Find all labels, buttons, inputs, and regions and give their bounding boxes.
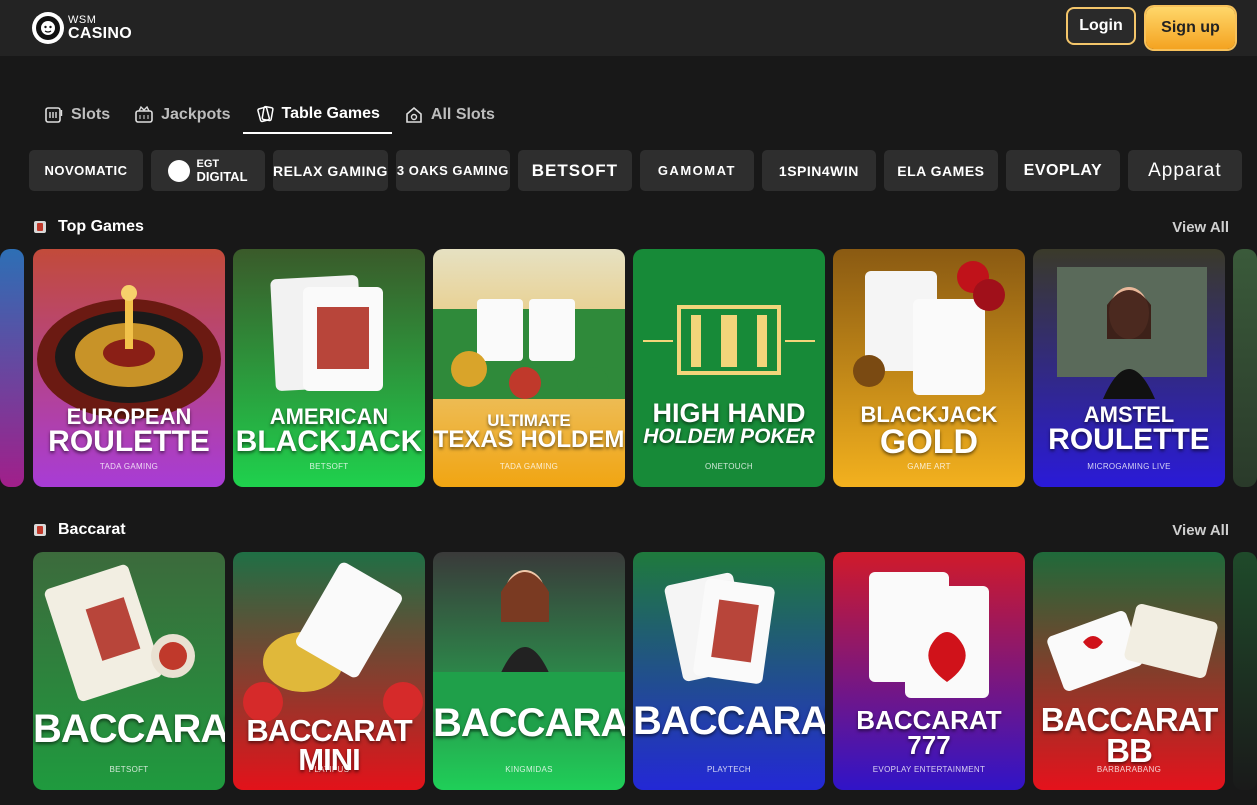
game-card-baccarat-betsoft[interactable]: BACCARAT BETSOFT: [33, 552, 225, 790]
signup-button[interactable]: Sign up: [1146, 7, 1235, 49]
game-provider: MICROGAMING LIVE: [1087, 462, 1171, 471]
top-header: WSM CASINO Login Sign up: [0, 0, 1257, 56]
provider-gamomat[interactable]: GAMOMAT: [639, 150, 754, 191]
provider-1spin4win[interactable]: 1SPIN4WIN: [761, 150, 876, 191]
tab-label: Table Games: [281, 105, 380, 122]
baccarat-dealer-art: [433, 552, 625, 790]
game-provider: ONETOUCH: [704, 462, 754, 471]
section-title: Baccarat: [58, 521, 126, 538]
game-title-line2: ROULETTE: [1048, 422, 1210, 456]
partial-game-card[interactable]: [1233, 552, 1257, 790]
game-card-american-blackjack[interactable]: AMERICAN BLACKJACK BETSOFT: [233, 249, 425, 487]
tab-label: All Slots: [430, 106, 495, 123]
slot-machine-icon: [44, 105, 64, 125]
poker-emblem-art: [633, 249, 825, 487]
game-title: BACCARAT: [433, 701, 625, 745]
section-title: Top Games: [58, 218, 144, 235]
tab-all-slots[interactable]: All Slots: [392, 96, 507, 134]
cards-icon: [34, 524, 46, 536]
game-card-amstel-roulette[interactable]: AMSTEL ROULETTE MICROGAMING LIVE: [1033, 249, 1225, 487]
game-card-baccarat-777[interactable]: BACCARAT 777 EVOPLAY ENTERTAINMENT: [833, 552, 1025, 790]
game-card-high-hand-holdem[interactable]: HIGH HAND HOLDEM POKER ONETOUCH: [633, 249, 825, 487]
tab-label: Slots: [71, 106, 111, 123]
logo-big-text: CASINO: [68, 24, 133, 42]
game-title: BACCARAT: [633, 699, 825, 743]
provider-egt-digital[interactable]: EGT DIGITAL: [151, 150, 265, 191]
game-title: BACCARAT BB: [1040, 701, 1219, 770]
lion-logo-icon: [32, 12, 64, 44]
tab-slots[interactable]: Slots: [32, 96, 122, 134]
provider-3-oaks[interactable]: 3 OAKS GAMING: [395, 150, 510, 191]
provider-apparat[interactable]: Apparat: [1127, 150, 1242, 191]
provider-name: BETSOFT: [531, 160, 619, 180]
login-button[interactable]: Login: [1066, 7, 1136, 45]
partial-game-card[interactable]: [1233, 249, 1257, 487]
game-provider: TADA GAMING: [99, 462, 159, 471]
tab-jackpots[interactable]: Jackpots: [122, 96, 242, 134]
provider-relax[interactable]: RELAX GAMING: [273, 150, 388, 191]
provider-name: 1SPIN4WIN: [778, 162, 859, 179]
provider-name-line1: EGT: [196, 157, 220, 170]
egt-logo-icon: [168, 159, 191, 182]
cards-icon: [255, 104, 275, 124]
game-provider: PLATIPUS: [308, 765, 350, 774]
view-all-baccarat-link[interactable]: View All: [1172, 522, 1229, 539]
provider-name: NOVOMATIC: [44, 163, 128, 178]
provider-strip: NOVOMATIC EGT DIGITAL RELAX GAMING 3 OAK…: [29, 150, 1257, 192]
provider-name: ELA GAMES: [897, 162, 985, 179]
category-tabs: Slots Jackpots Table Games All Slots: [32, 96, 507, 134]
game-card-baccarat-kingmidas[interactable]: BACCARAT KINGMIDAS: [433, 552, 625, 790]
baccarat-playtech-art: [633, 552, 825, 790]
game-provider: EVOPLAY ENTERTAINMENT: [872, 765, 986, 774]
game-title-line1: HIGH HAND: [652, 398, 806, 428]
game-provider: BARBARABANG: [1096, 765, 1162, 774]
game-card-blackjack-gold[interactable]: BLACKJACK GOLD GAME ART: [833, 249, 1025, 487]
baccarat-row: BACCARAT BETSOFT BACCARAT MINI PLATIPUS …: [0, 552, 1257, 792]
game-card-baccarat-mini[interactable]: BACCARAT MINI PLATIPUS: [233, 552, 425, 790]
game-card-european-roulette[interactable]: EUROPEAN ROULETTE TADA GAMING: [33, 249, 225, 487]
baccarat-header: Baccarat View All: [32, 521, 1229, 539]
game-provider: BETSOFT: [309, 462, 349, 471]
provider-ela-games[interactable]: ELA GAMES: [883, 150, 998, 191]
game-provider: TADA GAMING: [499, 462, 559, 471]
game-title-line2: ROULETTE: [48, 424, 210, 458]
game-provider: KINGMIDAS: [505, 765, 553, 774]
logo-small-text: WSM: [68, 13, 97, 26]
provider-novomatic[interactable]: NOVOMATIC: [29, 150, 143, 191]
provider-name: RELAX GAMING: [273, 162, 388, 179]
provider-name: Apparat: [1148, 159, 1222, 181]
tab-label: Jackpots: [161, 106, 231, 123]
provider-name-line2: DIGITAL: [196, 168, 248, 184]
game-title: BACCARAT: [33, 707, 225, 751]
game-card-baccarat-playtech[interactable]: BACCARAT PLAYTECH: [633, 552, 825, 790]
game-title-line2: GOLD: [879, 422, 979, 461]
provider-betsoft[interactable]: BETSOFT: [517, 150, 632, 191]
view-all-top-games-link[interactable]: View All: [1172, 219, 1229, 236]
game-provider: BETSOFT: [109, 765, 149, 774]
game-title-line2: BLACKJACK: [235, 424, 423, 458]
game-provider: PLAYTECH: [706, 765, 752, 774]
provider-name: 3 OAKS GAMING: [396, 163, 509, 178]
cards-icon: [34, 221, 46, 233]
top-games-header: Top Games View All: [32, 218, 1229, 236]
casino-logo[interactable]: WSM CASINO: [32, 12, 132, 44]
game-card-baccarat-bb[interactable]: BACCARAT BB BARBARABANG: [1033, 552, 1225, 790]
provider-evoplay[interactable]: EVOPLAY: [1005, 150, 1120, 191]
provider-name: GAMOMAT: [657, 163, 736, 178]
game-title: BACCARAT 777: [856, 705, 1002, 760]
game-title-line2: HOLDEM POKER: [643, 424, 815, 448]
jackpot-icon: [134, 105, 154, 125]
tab-table-games[interactable]: Table Games: [242, 96, 392, 134]
game-card-ultimate-texas-holdem[interactable]: ULTIMATE TEXAS HOLDEM TADA GAMING: [433, 249, 625, 487]
partial-game-card[interactable]: [0, 249, 24, 487]
top-games-row: EUROPEAN ROULETTE TADA GAMING AMERICAN BLA…: [0, 249, 1257, 489]
game-provider: GAME ART: [907, 462, 951, 471]
all-slots-icon: [404, 105, 424, 125]
provider-name: EVOPLAY: [1023, 161, 1103, 179]
game-title-line2: TEXAS HOLDEM: [433, 426, 625, 454]
baccarat-cards-art: [33, 552, 225, 790]
